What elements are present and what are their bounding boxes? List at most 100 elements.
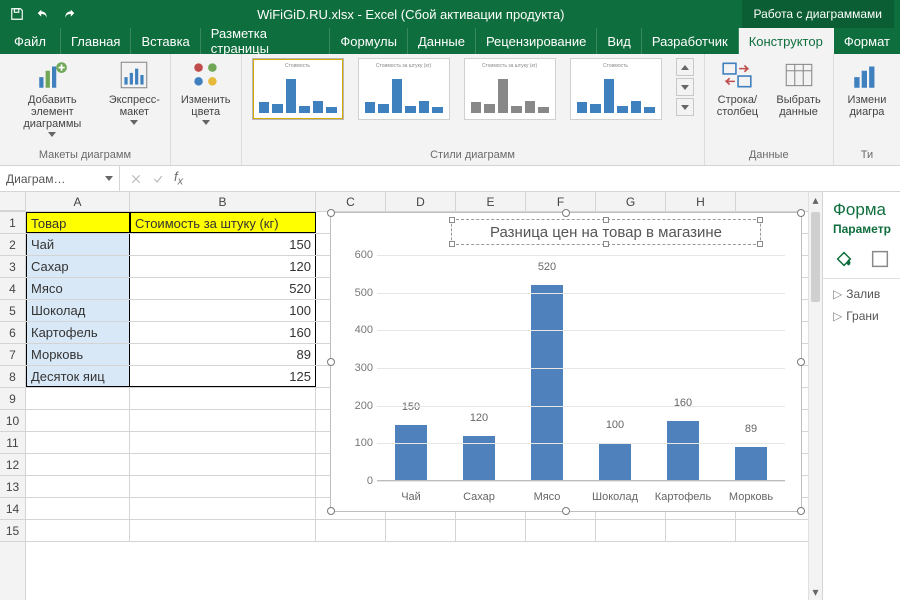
resize-handle[interactable] [797,209,805,217]
cell[interactable]: 100 [130,300,316,321]
save-icon[interactable] [6,3,28,25]
cell[interactable]: Мясо [26,278,130,299]
tab-design[interactable]: Конструктор [739,28,834,54]
cell[interactable] [456,520,526,541]
cancel-icon[interactable] [130,173,142,185]
vertical-scrollbar[interactable]: ▴ ▾ [808,192,822,600]
row-header[interactable]: 3 [0,256,25,278]
cell[interactable]: 520 [130,278,316,299]
cell[interactable] [26,476,130,497]
row-header[interactable]: 12 [0,454,25,476]
resize-handle[interactable] [797,507,805,515]
tab-view[interactable]: Вид [597,28,642,54]
cell[interactable]: 150 [130,234,316,255]
tab-review[interactable]: Рецензирование [476,28,597,54]
col-header[interactable]: A [26,192,130,211]
scroll-down-icon[interactable]: ▾ [809,584,822,600]
cell[interactable]: Товар [26,212,130,233]
chart-style-3[interactable]: Стоимость за штуку (кг) [464,58,556,120]
cell[interactable] [26,520,130,541]
cell[interactable]: 160 [130,322,316,343]
redo-icon[interactable] [58,3,80,25]
cell[interactable]: 89 [130,344,316,365]
resize-handle[interactable] [603,217,609,223]
col-header[interactable]: G [596,192,666,211]
cell[interactable]: Стоимость за штуку (кг) [130,212,316,233]
cell[interactable] [130,432,316,453]
cell[interactable] [666,520,736,541]
tab-pagelayout[interactable]: Разметка страницы [201,28,331,54]
worksheet-area[interactable]: A B C D E F G H 123456789101112131415 То… [0,192,822,600]
select-all-corner[interactable] [0,192,26,211]
row-header[interactable]: 8 [0,366,25,388]
row-header[interactable]: 5 [0,300,25,322]
resize-handle[interactable] [562,209,570,217]
cell[interactable] [130,520,316,541]
cell[interactable] [26,498,130,519]
cell[interactable]: Сахар [26,256,130,277]
cell[interactable] [26,432,130,453]
undo-icon[interactable] [32,3,54,25]
border-section[interactable]: ▷Грани [833,309,900,323]
chart-title[interactable]: Разница цен на товар в магазине [451,219,761,245]
row-header[interactable]: 13 [0,476,25,498]
cell[interactable] [526,520,596,541]
row-header[interactable]: 4 [0,278,25,300]
cell[interactable]: Морковь [26,344,130,365]
add-chart-element-button[interactable]: Добавить элемент диаграммы [10,58,95,137]
cell[interactable] [130,476,316,497]
tab-insert[interactable]: Вставка [131,28,200,54]
cell[interactable] [130,454,316,475]
row-header[interactable]: 11 [0,432,25,454]
cell[interactable]: 120 [130,256,316,277]
row-header[interactable]: 7 [0,344,25,366]
tab-formulas[interactable]: Формулы [330,28,408,54]
resize-handle[interactable] [327,358,335,366]
style-gallery-more[interactable] [676,58,694,116]
cell[interactable] [130,410,316,431]
chart-style-2[interactable]: Стоимость за штуку (кг) [358,58,450,120]
resize-handle[interactable] [327,209,335,217]
col-header[interactable]: H [666,192,736,211]
cell[interactable] [130,498,316,519]
chart-style-1[interactable]: Стоимость [252,58,344,120]
row-header[interactable]: 1 [0,212,25,234]
formula-input[interactable] [193,166,900,191]
resize-handle[interactable] [449,241,455,247]
chart-style-4[interactable]: Стоимость [570,58,662,120]
row-header[interactable]: 9 [0,388,25,410]
fill-icon[interactable] [833,248,855,270]
tab-data[interactable]: Данные [408,28,476,54]
resize-handle[interactable] [797,358,805,366]
cell[interactable] [386,520,456,541]
cell[interactable] [26,454,130,475]
row-header[interactable]: 14 [0,498,25,520]
cell[interactable]: Чай [26,234,130,255]
resize-handle[interactable] [757,241,763,247]
change-colors-button[interactable]: Изменить цвета [181,58,231,125]
resize-handle[interactable] [562,507,570,515]
tab-home[interactable]: Главная [61,28,131,54]
fx-icon[interactable]: fx [174,169,183,188]
name-box[interactable]: Диаграм… [0,166,120,191]
scroll-up-icon[interactable]: ▴ [809,192,822,208]
enter-icon[interactable] [152,173,164,185]
cell[interactable]: Шоколад [26,300,130,321]
effects-icon[interactable] [869,248,891,270]
resize-handle[interactable] [757,217,763,223]
cell[interactable] [26,410,130,431]
select-data-button[interactable]: Выбрать данные [774,58,823,118]
tab-format[interactable]: Формат [834,28,900,54]
col-header[interactable]: D [386,192,456,211]
cell[interactable] [130,388,316,409]
cell[interactable] [316,520,386,541]
quick-layout-button[interactable]: Экспресс-макет [109,58,160,125]
cell[interactable] [596,520,666,541]
col-header[interactable]: E [456,192,526,211]
tab-developer[interactable]: Разработчик [642,28,739,54]
col-header[interactable]: B [130,192,316,211]
tab-file[interactable]: Файл [0,28,61,54]
cell[interactable]: Десяток яиц [26,366,130,387]
cell[interactable] [26,388,130,409]
col-header[interactable]: F [526,192,596,211]
